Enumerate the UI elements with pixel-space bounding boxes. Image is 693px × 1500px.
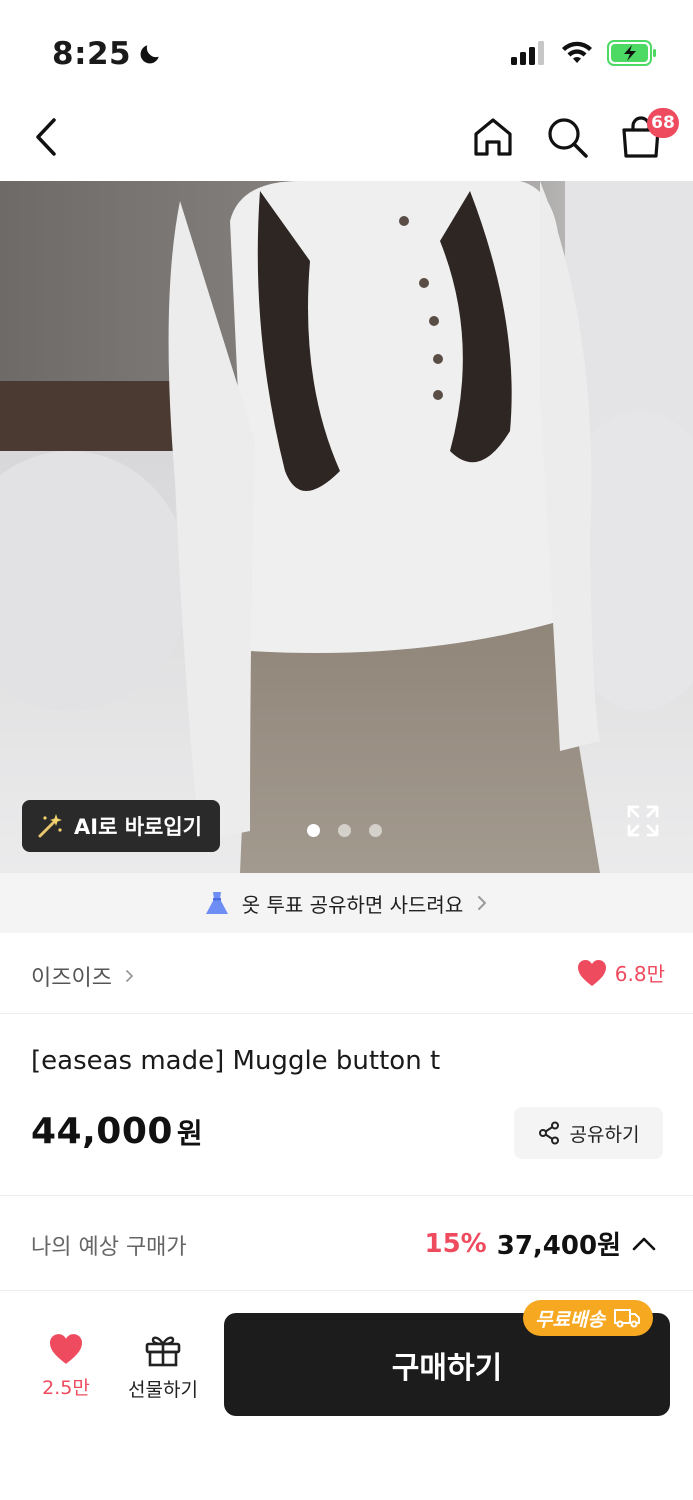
clock-text: 8:25 [52,36,132,72]
brand-name: 이즈이즈 [31,966,112,991]
brand-like-count: 6.8만 [614,962,665,986]
gift-icon [145,1336,181,1367]
buy-label: 구매하기 [391,1350,503,1386]
cart-count-badge: 68 [647,108,679,138]
search-icon[interactable] [544,114,590,160]
brand-row: 이즈이즈 6.8만 [0,934,693,1014]
chevron-right-icon [126,970,133,982]
carousel-dot[interactable] [307,824,320,837]
status-bar: 8:25 [0,0,693,100]
ai-try-on-button[interactable]: AI로 바로입기 [22,800,220,852]
free-shipping-label: 무료배송 [535,1308,605,1331]
carousel-dot[interactable] [338,824,351,837]
brand-link[interactable]: 이즈이즈 [31,960,136,992]
expected-price-toggle[interactable]: 15% 37,400원 [425,1225,658,1262]
carousel-dot[interactable] [369,824,382,837]
free-shipping-badge: 무료배송 [523,1300,653,1336]
price-amount: 44,000 [31,1111,173,1152]
product-price: 44,000 원 [31,1111,203,1152]
status-indicators [511,40,657,66]
carousel-indicator [307,824,382,837]
price-currency: 원 [176,1117,204,1150]
expected-final-price: 37,400원 [496,1231,621,1261]
heart-icon [577,959,606,986]
cellular-signal-icon [511,41,544,65]
gift-button[interactable]: 선물하기 [118,1333,208,1402]
share-icon [538,1121,559,1145]
delivery-truck-icon [613,1309,640,1328]
discount-rate: 15% [424,1228,487,1259]
wifi-icon [562,41,592,63]
status-time: 8:25 [52,36,163,72]
back-arrow-icon[interactable] [26,114,66,160]
promo-banner-text: 옷 투표 공유하면 사드려요 [241,892,464,917]
gift-label: 선물하기 [128,1379,198,1401]
outfit-vote-promo-banner[interactable]: 옷 투표 공유하면 사드려요 [0,873,693,933]
top-navigation [0,100,693,180]
product-image-carousel[interactable]: AI로 바로입기 [0,181,693,873]
product-like-button[interactable]: 2.5만 [30,1333,102,1400]
share-label: 공유하기 [569,1123,640,1146]
share-button[interactable]: 공유하기 [514,1107,663,1159]
fullscreen-expand-icon[interactable] [626,804,660,838]
chevron-up-icon [632,1237,656,1250]
section-divider [0,1195,693,1196]
battery-charging-icon [607,40,656,66]
expected-price-label: 나의 예상 구매가 [31,1235,187,1260]
ai-try-on-label: AI로 바로입기 [74,815,202,839]
magic-wand-icon [38,814,62,838]
product-photo [0,181,693,873]
moon-icon [140,45,159,64]
product-like-count: 2.5만 [42,1377,90,1399]
brand-like-button[interactable]: 6.8만 [577,958,665,987]
product-title: [easeas made] Muggle button t [31,1046,441,1076]
chevron-right-icon [478,896,487,910]
heart-icon [50,1334,82,1364]
home-icon[interactable] [470,114,516,160]
dress-icon [205,892,228,914]
